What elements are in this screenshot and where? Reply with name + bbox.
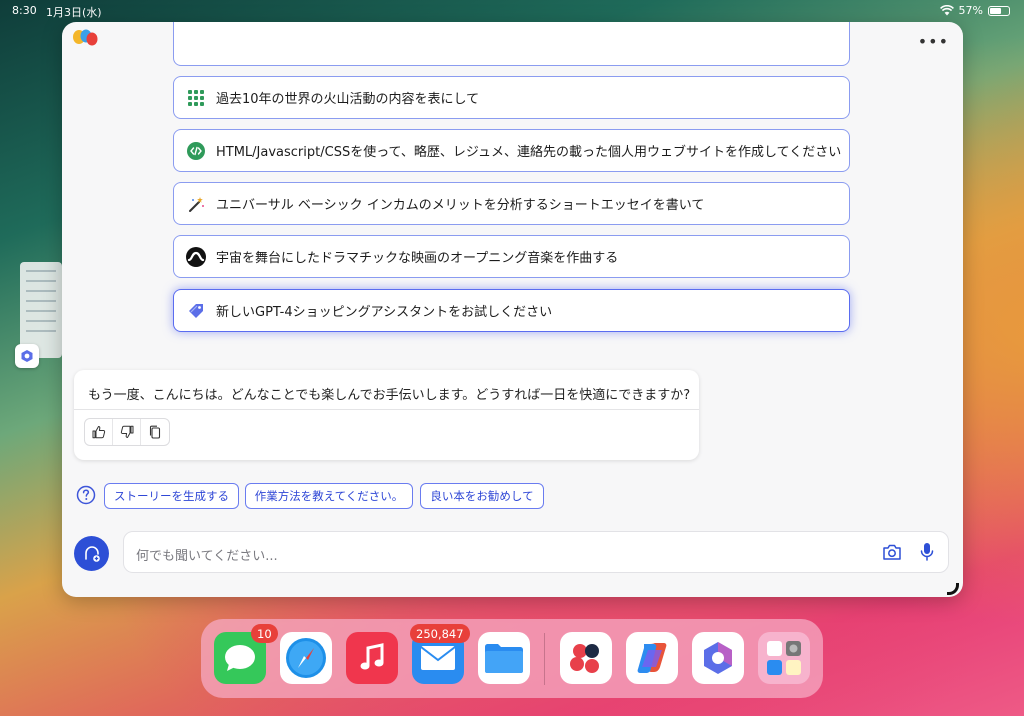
files-app-icon[interactable] <box>478 632 530 684</box>
code-icon <box>186 141 206 161</box>
status-date: 1月3日(水) <box>46 6 102 19</box>
microsoft-365-small-icon[interactable] <box>15 344 39 368</box>
microsoft-365-app-icon[interactable] <box>692 632 744 684</box>
assistant-message-text: もう一度、こんにちは。どんなことでも楽しんでお手伝いします。どうすれば一日を快適… <box>88 388 691 403</box>
copilot-window: ••• ••• 過去10年の世界の火山活動の内容を表にして HTML/Javas… <box>62 22 963 597</box>
more-options-icon[interactable]: ••• <box>918 32 949 51</box>
prompt-label: HTML/Javascript/CSSを使って、略歴、レジュメ、連絡先の載った個… <box>216 145 842 160</box>
window-resize-handle[interactable] <box>947 583 959 595</box>
chat-input-placeholder: 何でも聞いてください... <box>136 549 278 564</box>
messages-badge: 10 <box>251 624 278 643</box>
app-library-icon[interactable] <box>758 632 810 684</box>
divider <box>74 409 699 410</box>
music-wave-icon <box>186 246 206 267</box>
magic-wand-icon <box>186 194 206 214</box>
photos-app-icon[interactable] <box>560 632 612 684</box>
dock-separator <box>544 633 545 685</box>
mail-app-icon[interactable]: 250,847 <box>410 624 470 684</box>
copilot-app-icon[interactable] <box>626 632 678 684</box>
wifi-icon <box>939 5 954 16</box>
prompt-card-volcano-table[interactable]: 過去10年の世界の火山活動の内容を表にして <box>173 76 850 119</box>
prompt-label: 過去10年の世界の火山活動の内容を表にして <box>216 92 480 107</box>
dock: 10 250,847 <box>201 619 823 698</box>
microphone-icon[interactable] <box>920 542 934 562</box>
suggestion-chip[interactable]: ストーリーを生成する <box>104 483 239 509</box>
copy-icon[interactable] <box>141 419 169 445</box>
shopping-tag-icon <box>186 301 206 321</box>
chat-input[interactable]: 何でも聞いてください... <box>123 531 949 573</box>
status-time: 8:30 <box>12 4 37 17</box>
prompt-label: ユニバーサル ベーシック インカムのメリットを分析するショートエッセイを書いて <box>216 198 705 213</box>
prompt-card-shopping-assistant[interactable]: 新しいGPT-4ショッピングアシスタントをお試しください <box>173 289 850 332</box>
new-topic-button[interactable] <box>74 536 109 571</box>
safari-app-icon[interactable] <box>280 632 332 684</box>
assistant-message: もう一度、こんにちは。どんなことでも楽しんでお手伝いします。どうすれば一日を快適… <box>74 370 699 460</box>
help-question-icon[interactable] <box>76 485 96 505</box>
prompt-card-partial[interactable] <box>173 22 850 66</box>
mail-badge: 250,847 <box>410 624 470 643</box>
prompt-label: 新しいGPT-4ショッピングアシスタントをお試しください <box>216 305 553 320</box>
messages-app-icon[interactable]: 10 <box>214 624 278 684</box>
camera-icon[interactable] <box>882 543 902 561</box>
balloons-icon <box>73 29 98 46</box>
battery-percent: 57% <box>958 4 983 17</box>
prompt-label: 宇宙を舞台にしたドラマチックな映画のオープニング音楽を作曲する <box>216 251 619 266</box>
status-bar: 8:30 1月3日(水) 57% <box>0 0 1024 20</box>
new-chat-icon <box>84 545 100 562</box>
table-grid-icon <box>186 88 206 108</box>
prompt-card-movie-music[interactable]: 宇宙を舞台にしたドラマチックな映画のオープニング音楽を作曲する <box>173 235 850 278</box>
thumbs-down-icon[interactable] <box>113 419 141 445</box>
message-actions <box>84 418 170 446</box>
status-right: 57% <box>939 4 1010 17</box>
prompt-card-personal-website[interactable]: HTML/Javascript/CSSを使って、略歴、レジュメ、連絡先の載った個… <box>173 129 850 172</box>
prompt-card-ubi-essay[interactable]: ユニバーサル ベーシック インカムのメリットを分析するショートエッセイを書いて <box>173 182 850 225</box>
thumbs-up-icon[interactable] <box>85 419 113 445</box>
suggestion-chip[interactable]: 良い本をお勧めして <box>420 483 544 509</box>
battery-icon <box>988 5 1010 16</box>
music-app-icon[interactable] <box>346 632 398 684</box>
suggestion-chip[interactable]: 作業方法を教えてください。 <box>245 483 413 509</box>
